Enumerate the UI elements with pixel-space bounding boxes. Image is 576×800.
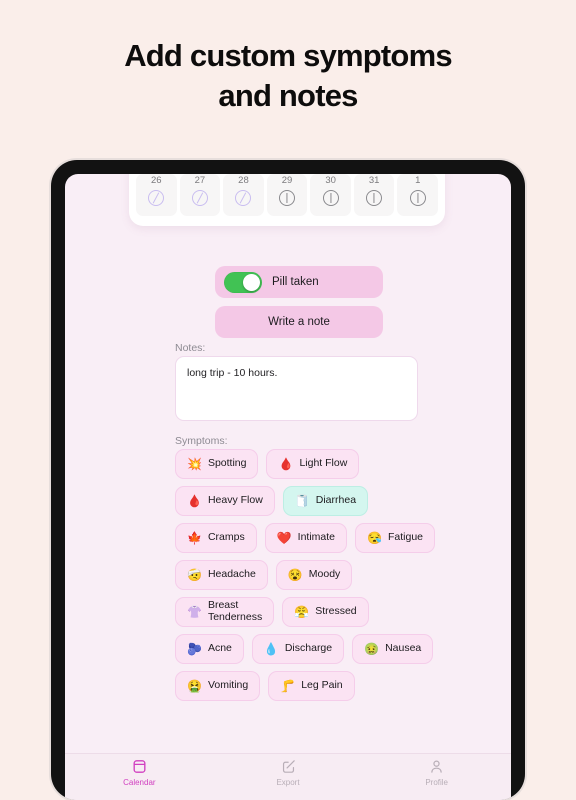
symptom-chip-label: Discharge — [284, 642, 333, 655]
symptom-chip[interactable]: 👚 Breast Tenderness — [175, 597, 275, 627]
tab-export-label: Export — [276, 778, 300, 787]
symptom-chip-label: Fatigue — [387, 531, 424, 544]
toggle-knob — [243, 273, 260, 291]
profile-icon — [428, 758, 445, 775]
symptom-chip[interactable]: 🤢 Nausea — [352, 634, 434, 664]
symptom-chip-label: Intimate — [297, 531, 336, 544]
calendar-day-marker — [148, 190, 165, 206]
symptom-emoji-icon: 🩸 — [278, 457, 294, 471]
calendar-strip-card: 26 27 28 29 30 31 1 — [129, 174, 445, 226]
symptom-chip[interactable]: 🤮 Vomiting — [175, 671, 261, 701]
app-screen: 26 27 28 29 30 31 1 Pill taken Write a note No… — [65, 174, 511, 800]
symptom-emoji-icon: 😤 — [294, 605, 310, 619]
tab-calendar-label: Calendar — [123, 778, 156, 787]
write-note-label: Write a note — [268, 316, 330, 328]
symptom-emoji-icon: 🍁 — [187, 531, 202, 545]
symptoms-label: Symptoms: — [175, 435, 228, 447]
symptom-chip-label: Leg Pain — [301, 679, 343, 692]
calendar-day[interactable]: 27 — [179, 174, 221, 216]
headline-line-2: and notes — [218, 77, 358, 113]
notes-input[interactable]: long trip - 10 hours. — [175, 356, 418, 421]
calendar-day-number: 31 — [368, 175, 380, 186]
symptom-chip[interactable]: 😪 Fatigue — [355, 523, 436, 553]
write-note-button[interactable]: Write a note — [215, 306, 383, 338]
tab-calendar[interactable]: Calendar — [65, 758, 214, 787]
calendar-day-number: 29 — [281, 175, 293, 186]
calendar-day[interactable]: 26 — [136, 174, 177, 216]
symptom-emoji-icon: 😪 — [367, 531, 382, 545]
symptom-chip-label: Spotting — [207, 457, 247, 470]
symptom-emoji-icon: ❤️ — [276, 531, 292, 545]
tab-profile[interactable]: Profile — [362, 758, 511, 787]
symptom-emoji-icon: 🧻 — [294, 494, 310, 508]
calendar-day-marker — [409, 190, 426, 206]
symptom-emoji-icon: 😵 — [287, 568, 303, 582]
symptom-emoji-icon: 🤢 — [364, 642, 380, 656]
bottom-tab-bar: Calendar Export Profile — [65, 753, 511, 800]
calendar-day-list[interactable]: 26 27 28 29 30 31 1 — [136, 174, 439, 216]
symptom-chip-label: Diarrhea — [315, 494, 357, 507]
symptom-chip[interactable]: 🫐 Acne — [175, 634, 244, 664]
symptom-chip[interactable]: ❤️ Intimate — [264, 523, 348, 553]
export-icon — [280, 758, 297, 775]
calendar-day-marker — [191, 190, 208, 206]
symptom-emoji-icon: 🩸 — [187, 494, 202, 508]
symptom-chip-label: Cramps — [207, 531, 245, 544]
symptom-chip-label: Heavy Flow — [207, 494, 263, 507]
symptom-chip-label: Moody — [308, 568, 341, 581]
headline-line-1: Add custom symptoms — [124, 38, 452, 73]
calendar-day-number: 27 — [194, 175, 206, 186]
calendar-day[interactable]: 30 — [310, 174, 351, 216]
symptom-emoji-icon: 🦵 — [280, 679, 296, 693]
calendar-day-marker — [366, 190, 383, 206]
pill-taken-label: Pill taken — [272, 276, 319, 288]
symptom-chip[interactable]: 😤 Stressed — [282, 597, 369, 627]
symptom-chip-label: Light Flow — [299, 457, 348, 470]
symptom-chip[interactable]: 💧 Discharge — [251, 634, 345, 664]
symptom-chip-label: Breast Tenderness — [207, 599, 263, 623]
calendar-day-marker — [322, 190, 339, 206]
symptom-emoji-icon: 💥 — [187, 457, 202, 471]
symptom-chip[interactable]: 🩸 Light Flow — [266, 449, 360, 479]
page-title: Add custom symptoms and notes — [0, 36, 576, 115]
calendar-day-number: 28 — [238, 175, 249, 186]
calendar-day[interactable]: 29 — [266, 174, 308, 216]
symptom-chip[interactable]: 🍁 Cramps — [175, 523, 257, 553]
symptom-chip[interactable]: 🩸 Heavy Flow — [175, 486, 275, 516]
calendar-icon — [131, 758, 148, 775]
symptom-chip[interactable]: 🤕 Headache — [175, 560, 268, 590]
symptom-chip[interactable]: 😵 Moody — [275, 560, 353, 590]
symptom-emoji-icon: 🤕 — [187, 568, 202, 582]
calendar-day-number: 30 — [325, 175, 336, 186]
symptom-chip-label: Nausea — [385, 642, 422, 655]
symptoms-chip-group: 💥 Spotting 🩸 Light Flow 🩸 Heavy Flow 🧻 Diarrhea… — [175, 449, 437, 701]
symptom-emoji-icon: 🫐 — [187, 642, 202, 656]
calendar-day-marker — [235, 190, 252, 206]
pill-taken-row[interactable]: Pill taken — [215, 266, 383, 298]
calendar-day[interactable]: 28 — [223, 174, 264, 216]
calendar-day-number: 26 — [151, 175, 162, 186]
symptom-chip[interactable]: 💥 Spotting — [175, 449, 259, 479]
tab-profile-label: Profile — [425, 778, 449, 787]
calendar-day-number: 1 — [415, 175, 421, 186]
symptom-chip-label: Acne — [207, 642, 232, 655]
notes-label: Notes: — [175, 342, 206, 354]
symptom-chip-label: Stressed — [315, 605, 357, 618]
tablet-device-frame: 26 27 28 29 30 31 1 Pill taken Write a note No… — [51, 160, 525, 800]
symptom-emoji-icon: 🤮 — [187, 679, 202, 693]
calendar-day[interactable]: 31 — [353, 174, 395, 216]
symptom-chip-label: Headache — [207, 568, 256, 581]
tab-export[interactable]: Export — [214, 758, 363, 787]
promo-screenshot: Add custom symptoms and notes 26 27 28 29 30… — [0, 0, 576, 800]
symptom-emoji-icon: 👚 — [187, 605, 202, 619]
symptom-chip[interactable]: 🦵 Leg Pain — [268, 671, 355, 701]
symptom-chip-label: Vomiting — [207, 679, 249, 692]
pill-taken-toggle[interactable] — [224, 271, 262, 293]
calendar-day-marker — [279, 190, 296, 206]
symptom-emoji-icon: 💧 — [263, 642, 279, 656]
calendar-day[interactable]: 1 — [397, 174, 439, 216]
symptom-chip[interactable]: 🧻 Diarrhea — [282, 486, 369, 516]
